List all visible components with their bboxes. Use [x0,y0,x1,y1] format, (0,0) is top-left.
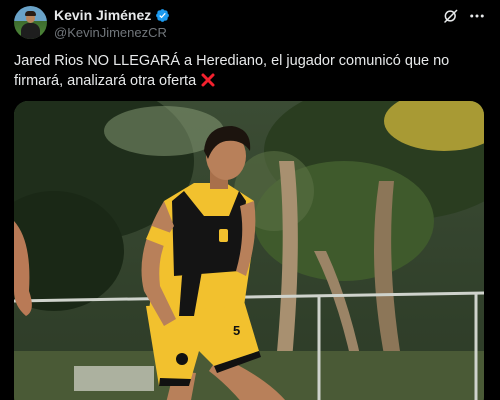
tweet-header: Kevin Jiménez @KevinJimenezCR [14,6,486,40]
jersey-number-label: 5 [233,323,240,338]
cross-mark-icon [201,73,215,87]
tweet-text: Jared Rios NO LLEGARÁ a Herediano, el ju… [14,51,484,91]
tweet-text-body: Jared Rios NO LLEGARÁ a Herediano, el ju… [14,53,450,89]
photo-football-player: 5 [14,101,484,400]
tweet-photo[interactable]: 5 [14,101,484,400]
grok-icon[interactable] [442,7,460,25]
author-display-name[interactable]: Kevin Jiménez [54,7,151,23]
author-name-row: Kevin Jiménez [54,7,170,23]
author-handle[interactable]: @KevinJimenezCR [54,25,167,40]
avatar-shirt [21,23,40,39]
author-avatar[interactable] [14,6,47,39]
more-options-icon[interactable] [468,7,486,25]
verified-badge-icon [156,8,170,22]
avatar-hair [25,11,36,16]
